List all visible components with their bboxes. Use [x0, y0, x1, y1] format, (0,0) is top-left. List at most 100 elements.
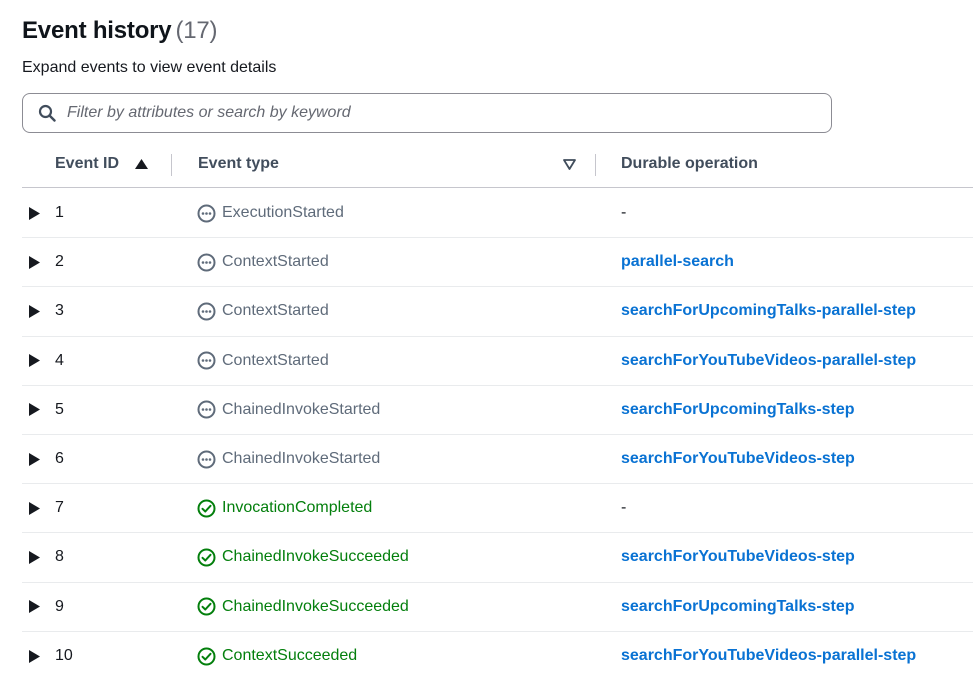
- durable-operation-empty: -: [621, 204, 627, 222]
- table-row[interactable]: 8 ChainedInvokeSucceeded searchForYouTubeV…: [22, 533, 973, 583]
- event-type-cell: ChainedInvokeStarted: [197, 386, 380, 434]
- column-header-event-id[interactable]: Event ID: [55, 140, 149, 188]
- search-icon: [37, 103, 57, 123]
- expand-row-icon[interactable]: [29, 386, 40, 434]
- event-type-cell: ContextSucceeded: [197, 632, 357, 681]
- filter-search-box[interactable]: [22, 93, 832, 133]
- durable-operation-cell: searchForYouTubeVideos-step: [621, 533, 855, 581]
- durable-operation-link[interactable]: searchForUpcomingTalks-step: [621, 401, 855, 419]
- status-success-icon: [197, 499, 216, 518]
- event-type-label: InvocationCompleted: [222, 499, 373, 517]
- table-body: 1 ExecutionStarted - 2 ContextStarted paralle…: [22, 189, 973, 681]
- durable-operation-cell: searchForYouTubeVideos-parallel-step: [621, 632, 916, 681]
- event-id-cell: 7: [55, 499, 64, 517]
- table-row[interactable]: 9 ChainedInvokeSucceeded searchForUpcoming…: [22, 583, 973, 632]
- event-id-cell: 4: [55, 351, 64, 369]
- table-row[interactable]: 10 ContextSucceeded searchForYouTubeVideos…: [22, 632, 973, 681]
- column-header-event-type-label: Event type: [198, 155, 279, 172]
- event-type-label: ChainedInvokeSucceeded: [222, 597, 409, 615]
- column-header-event-id-label: Event ID: [55, 155, 120, 172]
- table-row[interactable]: 6 ChainedInvokeStarted searchForYouTubeVid…: [22, 435, 973, 485]
- durable-operation-link[interactable]: searchForUpcomingTalks-parallel-step: [621, 302, 916, 320]
- expand-row-icon[interactable]: [29, 533, 40, 581]
- event-id-cell: 8: [55, 548, 64, 566]
- expand-row-icon[interactable]: [29, 238, 40, 286]
- table-row[interactable]: 5 ChainedInvokeStarted searchForUpcomingTa…: [22, 386, 973, 435]
- event-type-label: ChainedInvokeSucceeded: [222, 548, 409, 566]
- event-type-cell: ChainedInvokeStarted: [197, 435, 380, 483]
- durable-operation-link[interactable]: searchForYouTubeVideos-parallel-step: [621, 352, 916, 370]
- durable-operation-cell: searchForUpcomingTalks-step: [621, 386, 855, 434]
- table-row[interactable]: 2 ContextStarted parallel-search: [22, 238, 973, 288]
- page-description: Expand events to view event details: [22, 59, 277, 76]
- table-header: Event ID Event type Durable operation: [22, 140, 973, 188]
- status-success-icon: [197, 548, 216, 567]
- durable-operation-cell: searchForUpcomingTalks-step: [621, 583, 855, 631]
- event-type-cell: InvocationCompleted: [197, 484, 372, 532]
- durable-operation-cell: searchForYouTubeVideos-step: [621, 435, 855, 483]
- status-pending-icon: [197, 400, 216, 419]
- durable-operation-link[interactable]: searchForYouTubeVideos-parallel-step: [621, 647, 916, 665]
- expand-row-icon[interactable]: [29, 435, 40, 483]
- event-type-label: ContextStarted: [222, 302, 329, 320]
- event-count: (17): [175, 17, 218, 44]
- column-header-event-type[interactable]: Event type: [198, 140, 279, 188]
- event-id-cell: 3: [55, 302, 64, 320]
- status-success-icon: [197, 597, 216, 616]
- table-row[interactable]: 1 ExecutionStarted -: [22, 189, 973, 239]
- status-pending-icon: [197, 450, 216, 469]
- event-type-cell: ChainedInvokeSucceeded: [197, 583, 409, 631]
- event-history-table: Event ID Event type Durable operation 1 E…: [22, 140, 973, 666]
- expand-row-icon[interactable]: [29, 632, 40, 681]
- table-row[interactable]: 3 ContextStarted searchForUpcomingTalks-pa…: [22, 287, 973, 337]
- table-row[interactable]: 4 ContextStarted searchForYouTubeVideos-pa…: [22, 337, 973, 386]
- durable-operation-link[interactable]: parallel-search: [621, 253, 734, 271]
- durable-operation-empty: -: [621, 499, 627, 517]
- status-pending-icon: [197, 302, 216, 321]
- event-id-cell: 10: [55, 647, 73, 665]
- column-resizer[interactable]: [595, 154, 596, 176]
- event-type-cell: ContextStarted: [197, 337, 329, 385]
- event-id-cell: 5: [55, 400, 64, 418]
- event-type-cell: ContextStarted: [197, 287, 329, 335]
- durable-operation-cell: -: [621, 189, 626, 237]
- status-pending-icon: [197, 351, 216, 370]
- durable-operation-link[interactable]: searchForUpcomingTalks-step: [621, 598, 855, 616]
- event-id-cell: 9: [55, 597, 64, 615]
- expand-row-icon[interactable]: [29, 484, 40, 532]
- sort-ascending-icon[interactable]: [135, 158, 149, 170]
- page-title-text: Event history: [22, 17, 172, 44]
- event-type-cell: ExecutionStarted: [197, 189, 344, 237]
- event-type-label: ChainedInvokeStarted: [222, 400, 381, 418]
- column-header-durable-operation[interactable]: Durable operation: [621, 140, 758, 188]
- durable-operation-cell: parallel-search: [621, 238, 734, 286]
- durable-operation-cell: searchForYouTubeVideos-parallel-step: [621, 337, 916, 385]
- event-id-cell: 1: [55, 204, 64, 222]
- sort-indicator-icon[interactable]: [563, 140, 576, 188]
- page-header: Event history (17): [22, 15, 218, 47]
- event-id-cell: 6: [55, 450, 64, 468]
- column-resizer[interactable]: [171, 154, 172, 176]
- status-success-icon: [197, 647, 216, 666]
- event-type-cell: ChainedInvokeSucceeded: [197, 533, 409, 581]
- event-type-label: ExecutionStarted: [222, 204, 344, 222]
- durable-operation-cell: -: [621, 484, 626, 532]
- event-id-cell: 2: [55, 253, 64, 271]
- expand-row-icon[interactable]: [29, 189, 40, 237]
- event-type-label: ChainedInvokeStarted: [222, 450, 381, 468]
- status-pending-icon: [197, 204, 216, 223]
- durable-operation-link[interactable]: searchForYouTubeVideos-step: [621, 548, 855, 566]
- event-type-label: ContextStarted: [222, 351, 329, 369]
- durable-operation-cell: searchForUpcomingTalks-parallel-step: [621, 287, 916, 335]
- page-title: Event history (17): [22, 15, 218, 47]
- table-row[interactable]: 7 InvocationCompleted -: [22, 484, 973, 534]
- expand-row-icon[interactable]: [29, 287, 40, 335]
- event-type-label: ContextSucceeded: [222, 647, 358, 665]
- column-header-durable-operation-label: Durable operation: [621, 155, 758, 172]
- expand-row-icon[interactable]: [29, 583, 40, 631]
- status-pending-icon: [197, 253, 216, 272]
- expand-row-icon[interactable]: [29, 337, 40, 385]
- event-type-label: ContextStarted: [222, 253, 329, 271]
- durable-operation-link[interactable]: searchForYouTubeVideos-step: [621, 450, 855, 468]
- filter-search-input[interactable]: [67, 94, 831, 132]
